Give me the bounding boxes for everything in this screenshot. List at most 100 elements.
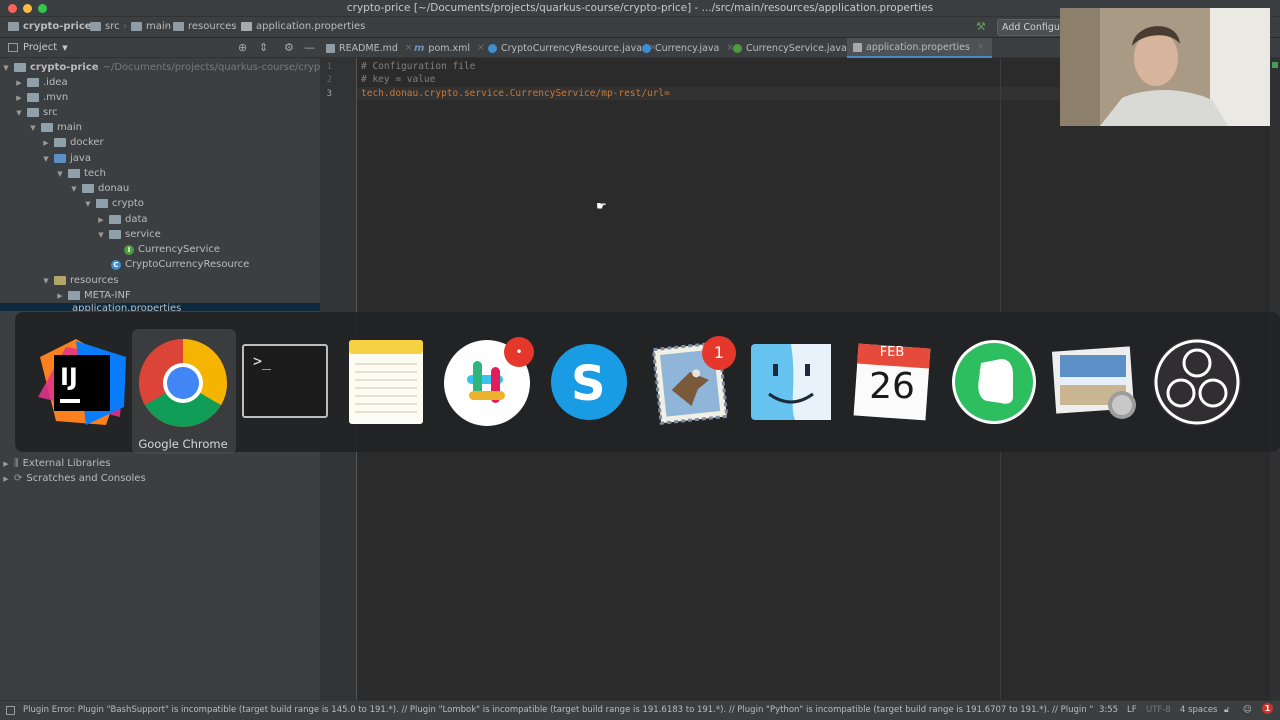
event-log-badge[interactable]: 1: [1262, 703, 1273, 714]
tab-label: CurrencyService.java: [746, 42, 847, 54]
close-tab-icon[interactable]: ×: [405, 43, 413, 53]
package-icon: [96, 199, 108, 208]
folder-icon: [41, 123, 53, 132]
chevron-right-icon: ▶: [43, 138, 49, 147]
tab-application-properties[interactable]: application.properties ×: [847, 38, 993, 58]
inspector-icon[interactable]: ☺︎: [1243, 705, 1252, 715]
tab-cryptocurrencyresource[interactable]: CryptoCurrencyResource.java ×: [488, 38, 657, 58]
tree-item-application-properties[interactable]: application.properties: [72, 303, 181, 311]
notes-icon[interactable]: [347, 338, 425, 426]
tree-item-label: docker: [70, 137, 104, 148]
tool-window-toggle-icon[interactable]: [6, 706, 15, 715]
chevron-right-icon: ▶: [3, 459, 9, 468]
tree-item-label: java: [70, 153, 91, 164]
close-tab-icon[interactable]: ×: [477, 43, 485, 53]
slack-notification-badge: •: [504, 337, 534, 367]
code-line: tech.donau.crypto.service.CurrencyServic…: [361, 88, 670, 99]
indent-setting[interactable]: 4 spaces: [1180, 705, 1217, 715]
intellij-icon[interactable]: IJ: [36, 337, 128, 429]
calendar-icon[interactable]: FEB 26: [852, 342, 932, 422]
svg-text:S: S: [571, 356, 606, 412]
tab-label: application.properties: [866, 41, 970, 53]
preview-icon[interactable]: [1051, 343, 1138, 423]
inspection-ok-icon: [1272, 62, 1278, 68]
tab-label: README.md: [339, 42, 398, 54]
chevron-down-icon: ▼: [43, 276, 49, 285]
breadcrumb-label: resources: [188, 21, 237, 32]
tree-item-docker[interactable]: ▶ docker: [42, 135, 104, 150]
project-view-selector[interactable]: Project ▼: [8, 42, 68, 53]
tab-currency[interactable]: Currency.java ×: [642, 38, 734, 58]
tree-item-idea[interactable]: ▶ .idea: [15, 75, 67, 90]
folder-icon: [27, 93, 39, 102]
status-message[interactable]: Plugin Error: Plugin "BashSupport" is in…: [23, 705, 1093, 715]
breadcrumb-label: application.properties: [256, 21, 366, 32]
tree-item-label: CryptoCurrencyResource: [125, 259, 250, 270]
tree-item-label: tech: [84, 168, 106, 179]
breadcrumb-resources[interactable]: resources: [173, 21, 236, 32]
tree-item-meta-inf[interactable]: ▶ META-INF: [56, 288, 130, 303]
tree-item-label: resources: [70, 275, 119, 286]
run-configuration-dropdown[interactable]: Add Configurati: [997, 19, 1067, 36]
status-bar: Plugin Error: Plugin "BashSupport" is in…: [0, 700, 1280, 720]
project-panel-title: Project: [23, 42, 58, 53]
folder-icon: [8, 22, 19, 31]
chevron-down-icon: ▼: [30, 123, 36, 132]
tree-item-main[interactable]: ▼ main: [29, 120, 82, 135]
breadcrumb-src[interactable]: src: [90, 21, 120, 32]
breadcrumb-separator: ›: [123, 21, 127, 32]
folder-icon: [68, 291, 80, 300]
caret-position[interactable]: 3:55: [1099, 705, 1118, 715]
chevron-down-icon: ▼: [85, 199, 91, 208]
tree-item-cryptocurrencyresource[interactable]: C CryptoCurrencyResource: [111, 257, 249, 272]
tree-item-label: service: [125, 229, 161, 240]
tab-pom[interactable]: m pom.xml ×: [414, 38, 485, 58]
java-class-icon: [642, 43, 651, 53]
build-hammer-icon[interactable]: ⚒: [976, 20, 986, 33]
tree-item-tech[interactable]: ▼ tech: [56, 166, 106, 181]
terminal-icon[interactable]: >_: [242, 344, 328, 418]
tree-item-crypto[interactable]: ▼ crypto: [84, 196, 144, 211]
skype-icon[interactable]: S: [549, 342, 629, 422]
source-folder-icon: [54, 154, 66, 163]
file-encoding[interactable]: UTF-8: [1146, 705, 1171, 715]
breadcrumb-file[interactable]: application.properties: [241, 21, 365, 32]
folder-icon: [173, 22, 184, 31]
package-icon: [109, 230, 121, 239]
tree-item-mvn[interactable]: ▶ .mvn: [15, 90, 68, 105]
finder-icon[interactable]: [751, 344, 831, 420]
gear-icon[interactable]: ⚙: [284, 41, 294, 54]
markdown-file-icon: [326, 43, 335, 53]
java-class-icon: [488, 43, 497, 53]
chevron-right-icon: ▶: [16, 78, 22, 87]
svg-text:IJ: IJ: [60, 363, 78, 391]
tab-readme[interactable]: README.md ×: [326, 38, 412, 58]
tree-item-external-libraries[interactable]: ▶ ⫼ External Libraries: [2, 456, 110, 471]
tree-item-scratches[interactable]: ▶ ⟳ Scratches and Consoles: [2, 471, 145, 486]
breadcrumb-project[interactable]: crypto-price: [8, 21, 92, 32]
line-separator[interactable]: LF: [1127, 705, 1137, 715]
mail-notification-badge: 1: [702, 336, 736, 370]
close-tab-icon[interactable]: ×: [977, 42, 985, 52]
obs-icon[interactable]: [1152, 337, 1242, 427]
tree-item-java[interactable]: ▼ java: [42, 151, 91, 166]
tree-item-service[interactable]: ▼ service: [97, 227, 161, 242]
locate-file-icon[interactable]: ⊕: [238, 41, 247, 54]
tab-label: Currency.java: [655, 42, 720, 54]
lock-icon[interactable]: 🔓︎: [1224, 705, 1230, 715]
chrome-icon[interactable]: [137, 337, 229, 429]
hide-panel-icon[interactable]: —: [304, 41, 315, 54]
tab-currencyservice[interactable]: CurrencyService.java ×: [733, 38, 861, 58]
tree-item-crypto-price[interactable]: ▼ crypto-price ~/Documents/projects/quar…: [2, 60, 347, 75]
tree-item-currencyservice[interactable]: I CurrencyService: [124, 242, 220, 257]
collapse-all-icon[interactable]: ⇕: [259, 41, 268, 54]
evernote-icon[interactable]: [951, 339, 1037, 425]
line-number: 2: [326, 75, 332, 85]
tree-item-resources[interactable]: ▼ resources: [42, 273, 118, 288]
tree-item-src[interactable]: ▼ src: [15, 105, 57, 120]
tree-item-data[interactable]: ▶ data: [97, 212, 147, 227]
package-icon: [82, 184, 94, 193]
tree-item-label: CurrencyService: [138, 244, 221, 255]
tree-item-donau[interactable]: ▼ donau: [70, 181, 129, 196]
properties-file-icon: [241, 22, 252, 31]
